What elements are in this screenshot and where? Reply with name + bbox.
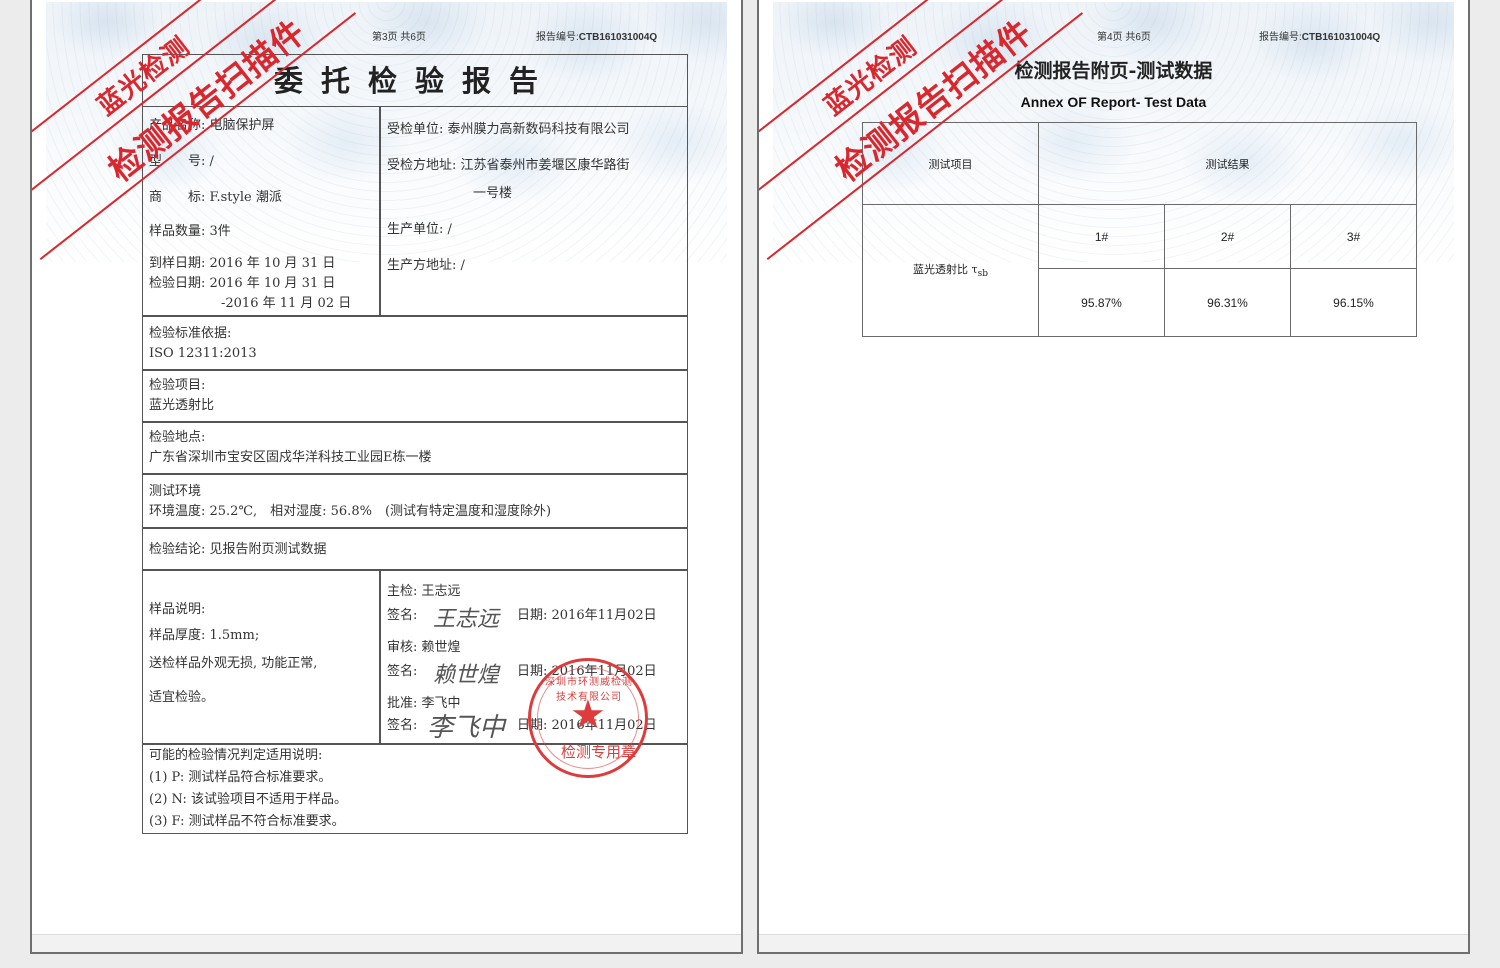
- row-label-text: 蓝光透射比 τ: [913, 263, 978, 277]
- sample-id: 1#: [1038, 204, 1165, 269]
- page-bottom: [759, 934, 1468, 952]
- inspector-date: 日期: 2016年11月02日: [517, 608, 657, 623]
- reviewer-label: 审核: 赖世煌: [387, 640, 461, 655]
- result-value: 95.87%: [1038, 268, 1165, 337]
- report-number: 报告编号:CTB161031004Q: [1259, 28, 1380, 43]
- sample-suitable: 适宜检验。: [149, 690, 215, 705]
- divider: [143, 421, 687, 423]
- location-label: 检验地点:: [149, 430, 206, 445]
- seal-label: 检测专用章: [561, 743, 637, 761]
- reviewer-signature: 赖世煌: [433, 663, 500, 688]
- sample-id: 2#: [1164, 204, 1291, 269]
- report-number: 报告编号:CTB161031004Q: [536, 28, 657, 43]
- star-icon: ★: [570, 692, 606, 738]
- divider: [143, 369, 687, 371]
- inspector-label: 主检: 王志远: [387, 584, 461, 599]
- report-number-label: 报告编号:: [1259, 32, 1302, 43]
- client: 受检单位: 泰州膜力高新数码科技有限公司: [387, 122, 630, 137]
- note-3: (3) F: 测试样品不符合标准要求。: [149, 814, 345, 829]
- sample-quantity: 样品数量: 3件: [149, 224, 231, 239]
- standard-label: 检验标准依据:: [149, 326, 232, 341]
- items-value: 蓝光透射比: [149, 398, 215, 413]
- report-page-right: 第4页 共6页 报告编号:CTB161031004Q 检测报告附页-测试数据 A…: [757, 0, 1470, 954]
- report-number-value: CTB161031004Q: [1301, 32, 1381, 43]
- header-test-result: 测试结果: [1038, 122, 1417, 205]
- location-value: 广东省深圳市宝安区固戍华洋科技工业园E栋一楼: [149, 450, 432, 465]
- test-date-end: -2016 年 11 月 02 日: [221, 296, 352, 311]
- manufacturer-address: 生产方地址: /: [387, 258, 465, 273]
- sample-desc-label: 样品说明:: [149, 602, 206, 617]
- sample-thickness: 样品厚度: 1.5mm;: [149, 628, 260, 643]
- divider: [379, 569, 381, 743]
- page-number: 第3页 共6页: [372, 32, 426, 43]
- result-value: 96.15%: [1290, 268, 1417, 337]
- conclusion: 检验结论: 见报告附页测试数据: [149, 542, 327, 557]
- inspector-signature: 王志远: [433, 607, 500, 632]
- test-date: 检验日期: 2016 年 10 月 31 日: [149, 276, 336, 291]
- note-2: (2) N: 该试验项目不适用于样品。: [149, 792, 347, 807]
- client-address: 受检方地址: 江苏省泰州市姜堰区康华路街: [387, 158, 630, 173]
- approver-sign-label: 签名:: [387, 718, 418, 733]
- divider: [143, 527, 687, 529]
- report-number-value: CTB161031004Q: [578, 32, 658, 43]
- table-row: 蓝光透射比 τsb 1# 2# 3#: [862, 204, 1417, 337]
- row-label: 蓝光透射比 τsb: [862, 204, 1039, 337]
- notes-title: 可能的检验情况判定适用说明:: [149, 748, 323, 763]
- client-address-cont: 一号楼: [473, 186, 513, 201]
- reviewer-sign-label: 签名:: [387, 664, 418, 679]
- arrival-date: 到样日期: 2016 年 10 月 31 日: [149, 256, 336, 271]
- result-value: 96.31%: [1164, 268, 1291, 337]
- items-label: 检验项目:: [149, 378, 206, 393]
- environment-value: 环境温度: 25.2℃, 相对湿度: 56.8% (测试有特定温度和湿度除外): [149, 504, 552, 519]
- report-page-left: 第3页 共6页 报告编号:CTB161031004Q 委托检验报告 产品名称: …: [30, 0, 743, 954]
- divider: [143, 315, 687, 317]
- divider: [143, 569, 687, 571]
- trademark: 商 标: F.style 潮派: [149, 190, 282, 205]
- divider: [143, 473, 687, 475]
- report-number-label: 报告编号:: [536, 32, 579, 43]
- note-1: (1) P: 测试样品符合标准要求。: [149, 770, 332, 785]
- official-seal: 深圳市环测威检测技术有限公司 ★ 检测专用章: [528, 658, 648, 778]
- inspector-sign-label: 签名:: [387, 608, 418, 623]
- sample-id: 3#: [1290, 204, 1417, 269]
- standard-value: ISO 12311:2013: [149, 346, 257, 361]
- row-label-sub: sb: [977, 269, 988, 280]
- approver-signature: 李飞中: [427, 713, 506, 743]
- sample-appearance: 送检样品外观无损, 功能正常,: [149, 656, 318, 671]
- manufacturer: 生产单位: /: [387, 222, 452, 237]
- divider: [379, 107, 381, 315]
- test-data-table: 测试项目 测试结果 蓝光透射比 τsb 1# 2# 3# 95.87% 96.3…: [862, 122, 1417, 337]
- page-bottom: [32, 934, 741, 952]
- environment-label: 测试环境: [149, 484, 202, 499]
- page-number: 第4页 共6页: [1097, 32, 1151, 43]
